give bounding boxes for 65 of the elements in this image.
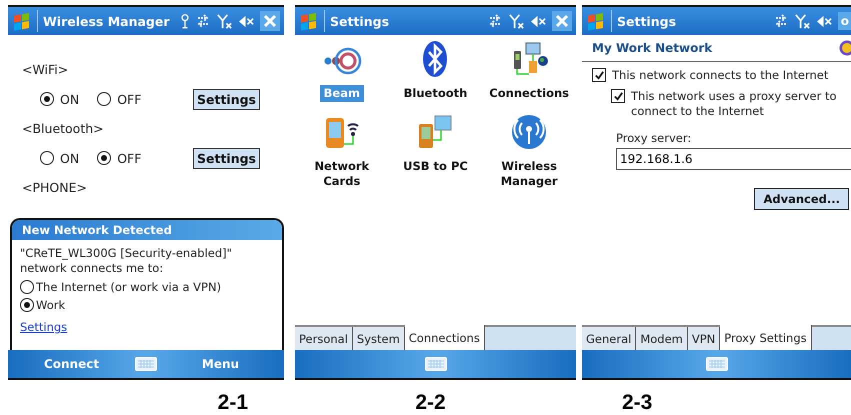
antenna-icon[interactable] (180, 13, 190, 29)
figure-caption: 2-1 (216, 391, 249, 415)
no-signal-icon[interactable] (508, 12, 525, 30)
tab[interactable]: Proxy Settings (720, 325, 812, 350)
radio-label: OFF (117, 150, 142, 166)
close-icon[interactable] (260, 11, 280, 31)
field-label: Proxy server: (615, 131, 692, 145)
tab[interactable]: System (352, 327, 405, 350)
settings-button[interactable]: Settings (192, 88, 260, 110)
checkbox-label: This network uses a proxy server to connect to the Internet (631, 89, 837, 119)
settings-link[interactable]: Settings (20, 320, 68, 334)
proxy-server-field[interactable]: 192.168.1.6 (616, 148, 851, 170)
page-heading: My Work Network (592, 41, 712, 55)
speaker-muted-icon[interactable] (238, 14, 255, 28)
radio-button[interactable] (97, 151, 112, 165)
keyboard-icon[interactable] (706, 357, 728, 371)
section-label: <Bluetooth> (22, 120, 105, 138)
sync-arrows-icon[interactable] (487, 13, 503, 29)
keyboard-icon[interactable] (424, 357, 446, 371)
dialog-title: New Network Detected (12, 220, 282, 240)
section-label: <PHONE> (22, 179, 88, 197)
sync-arrows-icon[interactable] (195, 13, 211, 29)
settings-item-label[interactable]: Wireless Manager (486, 158, 572, 190)
dialog-message: "CReTE_WL300G [Security-enabled]" network connects me to: (19, 245, 233, 277)
radio-button[interactable] (97, 92, 112, 106)
radio-button[interactable] (40, 151, 54, 165)
radio-label: OFF (117, 92, 142, 106)
figure-caption: 2-3 (621, 391, 654, 415)
start-flag-icon[interactable] (12, 11, 32, 31)
tab[interactable]: VPN (688, 327, 720, 350)
radio-label: ON (60, 150, 80, 166)
section-label: <WiFi> (22, 61, 70, 79)
settings-item-label[interactable]: Bluetooth (404, 85, 468, 102)
settings-item-label[interactable]: Network Cards (298, 158, 385, 190)
figure-caption: 2-2 (414, 391, 447, 415)
window-title: Settings (617, 14, 676, 28)
checkbox[interactable] (592, 68, 606, 82)
tab[interactable]: Personal (295, 327, 353, 350)
window-title: Wireless Manager (43, 14, 170, 28)
radio-button[interactable] (20, 298, 34, 312)
help-icon[interactable] (839, 40, 851, 56)
start-flag-icon[interactable] (586, 11, 606, 31)
tab[interactable]: Modem (636, 327, 688, 350)
tab[interactable]: General (582, 327, 636, 350)
radio-label: The Internet (or work via a VPN) (36, 280, 222, 294)
start-flag-icon[interactable] (299, 11, 319, 31)
speaker-muted-icon[interactable] (816, 14, 833, 28)
checkbox[interactable] (611, 89, 625, 103)
radio-button[interactable] (40, 92, 54, 106)
window-title: Settings (330, 14, 390, 28)
softkey[interactable]: Connect (44, 357, 100, 371)
settings-button[interactable]: Settings (192, 148, 260, 168)
radio-label: Work (36, 298, 66, 312)
no-signal-icon[interactable] (794, 12, 811, 30)
advanced-button[interactable]: Advanced... (754, 188, 849, 210)
settings-item-label[interactable]: USB to PC (403, 158, 468, 175)
speaker-muted-icon[interactable] (530, 14, 547, 28)
close-icon[interactable] (552, 11, 572, 31)
settings-item-label[interactable]: Connections (489, 85, 569, 102)
no-signal-icon[interactable] (216, 12, 233, 30)
radio-button[interactable] (20, 280, 34, 294)
tab[interactable]: Connections (404, 325, 485, 350)
radio-label: ON (60, 92, 80, 106)
checkbox-label: This network connects to the Internet (612, 68, 828, 83)
softkey[interactable]: Menu (202, 357, 240, 371)
